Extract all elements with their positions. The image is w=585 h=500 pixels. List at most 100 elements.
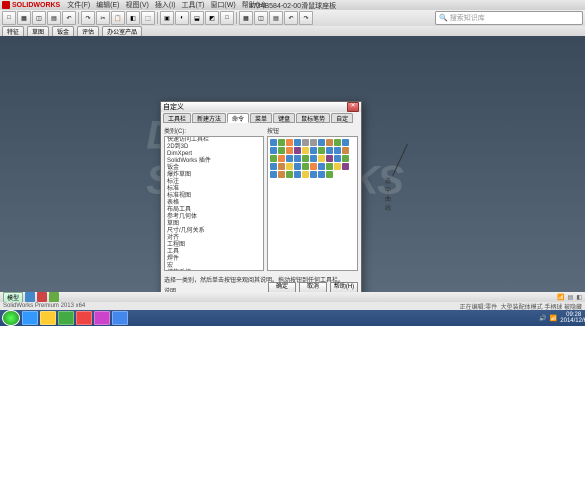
close-icon[interactable]: ✕ [347,102,359,112]
command-icon[interactable] [342,163,349,170]
command-icon[interactable] [326,171,333,178]
command-icon[interactable] [318,147,325,154]
list-item[interactable]: SolidWorks 插件 [165,158,263,165]
menu-item[interactable]: 工具(T) [181,2,204,9]
toolbar-button[interactable]: ▤ [47,11,61,25]
command-icon[interactable] [334,139,341,146]
command-icon[interactable] [326,163,333,170]
command-icon[interactable] [278,163,285,170]
command-icon[interactable] [318,155,325,162]
toolbar-button[interactable]: ✂ [96,11,110,25]
list-item[interactable]: 标准视图 [165,193,263,200]
command-icon[interactable] [294,147,301,154]
toolbar-button[interactable]: ▤ [269,11,283,25]
status-model-button[interactable]: 模型 [3,292,23,303]
list-item[interactable]: 宏 [165,263,263,270]
toolbar-button[interactable]: 📋 [111,11,125,25]
command-icon[interactable] [334,147,341,154]
toolbar-button[interactable]: ◐ [175,11,189,25]
command-icon[interactable] [294,139,301,146]
toolbar-button[interactable]: ⬚ [141,11,155,25]
command-icon[interactable] [286,171,293,178]
command-icon[interactable] [278,139,285,146]
command-icon[interactable] [310,139,317,146]
list-item[interactable]: 尺寸/几何关系 [165,228,263,235]
search-box[interactable]: 🔍搜索知识库 [435,11,583,25]
command-icon[interactable] [270,163,277,170]
toolbar-button[interactable]: ▦ [17,11,31,25]
list-item[interactable]: 2D到3D [165,144,263,151]
toolbar-button[interactable]: ▣ [160,11,174,25]
command-icon[interactable] [294,171,301,178]
toolbar-button[interactable]: ◧ [126,11,140,25]
list-item[interactable]: 标准 [165,186,263,193]
toolbar-button[interactable]: ↶ [62,11,76,25]
command-tab[interactable]: 钣金 [52,26,74,36]
list-item[interactable]: 参考几何体 [165,214,263,221]
toolbar-button[interactable]: ↷ [299,11,313,25]
command-icon[interactable] [310,171,317,178]
toolbar-button[interactable]: ◫ [32,11,46,25]
command-icon[interactable] [270,171,277,178]
command-icon[interactable] [326,155,333,162]
dialog-tab[interactable]: 自定 [331,113,353,123]
command-icon[interactable] [326,147,333,154]
taskbar-app-icon[interactable] [112,311,128,325]
taskbar-app-icon[interactable] [94,311,110,325]
status-icon[interactable] [25,292,35,302]
system-tray[interactable]: 🔊 📶 09:282014/12/6 [539,312,585,324]
command-icon[interactable] [270,155,277,162]
command-icon[interactable] [318,163,325,170]
command-icon[interactable] [270,139,277,146]
command-icon[interactable] [342,139,349,146]
dialog-tab[interactable]: 键盘 [273,113,295,123]
status-icon[interactable] [49,292,59,302]
menu-item[interactable]: 窗口(W) [210,2,235,9]
tray-icon[interactable]: 🔊 [539,315,546,322]
list-item[interactable]: 爆炸草图 [165,172,263,179]
list-item[interactable]: 草图 [165,221,263,228]
toolbar-button[interactable]: □ [220,11,234,25]
toolbar-button[interactable]: ↷ [81,11,95,25]
taskbar-app-icon[interactable] [22,311,38,325]
list-item[interactable]: 表格 [165,200,263,207]
toolbar-button[interactable]: ◩ [205,11,219,25]
taskbar-app-icon[interactable] [58,311,74,325]
command-icon[interactable] [342,147,349,154]
list-item[interactable]: 快速访问工具栏 [165,137,263,144]
list-item[interactable]: 对齐 [165,235,263,242]
dialog-tab[interactable]: 新建方法 [192,113,226,123]
start-button[interactable] [2,310,20,326]
command-icon[interactable] [302,171,309,178]
command-icon[interactable] [278,171,285,178]
status-icon[interactable]: ◧ [576,294,582,301]
menu-item[interactable]: 编辑(E) [96,2,119,9]
command-icon[interactable] [310,163,317,170]
command-icon[interactable] [278,155,285,162]
menu-item[interactable]: 文件(F) [67,2,90,9]
status-icon[interactable]: ▤ [568,294,574,301]
command-icon[interactable] [286,139,293,146]
command-icon[interactable] [270,147,277,154]
command-icon[interactable] [302,147,309,154]
toolbar-button[interactable]: ◫ [254,11,268,25]
command-tab[interactable]: 特征 [2,26,24,36]
command-icon[interactable] [302,155,309,162]
toolbar-button[interactable]: ▦ [239,11,253,25]
command-icon[interactable] [294,163,301,170]
dialog-tab[interactable]: 工具栏 [163,113,191,123]
list-item[interactable]: 钣金 [165,165,263,172]
toolbar-button[interactable]: □ [2,11,16,25]
rss-icon[interactable]: 📶 [557,294,564,301]
command-icon[interactable] [286,155,293,162]
command-icon[interactable] [310,147,317,154]
command-icon[interactable] [334,155,341,162]
command-icon[interactable] [334,163,341,170]
command-icon[interactable] [278,147,285,154]
command-tab[interactable]: 草图 [27,26,49,36]
category-listbox[interactable]: 快速访问工具栏2D到3DDimXpertSolidWorks 插件钣金爆炸草图标… [164,136,264,271]
command-icon[interactable] [302,163,309,170]
taskbar-app-icon[interactable] [76,311,92,325]
taskbar-app-icon[interactable] [40,311,56,325]
toolbar-button[interactable]: ↶ [284,11,298,25]
